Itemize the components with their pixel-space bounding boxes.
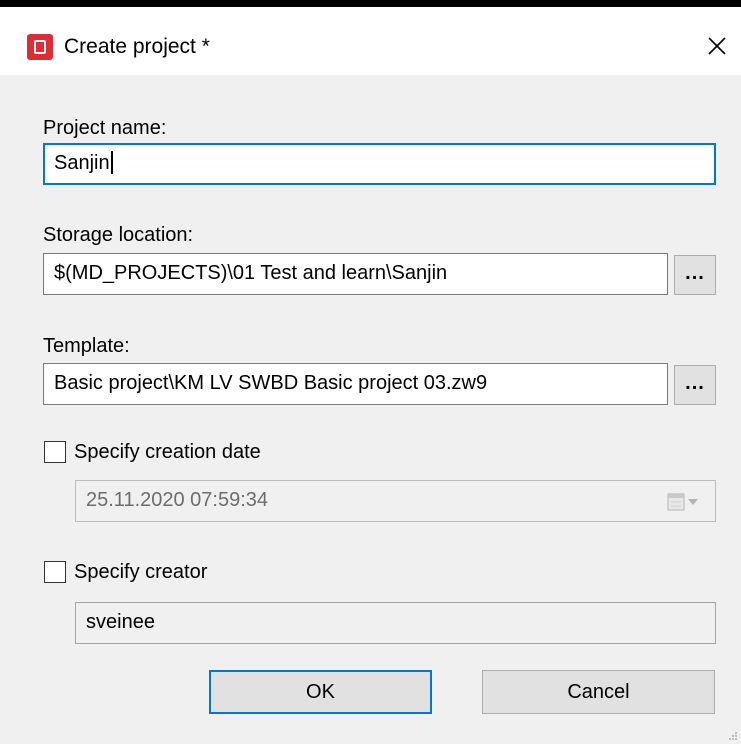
specify-creator-label[interactable]: Specify creator	[74, 560, 207, 584]
close-button[interactable]	[696, 25, 736, 65]
storage-location-browse-button[interactable]: ...	[674, 255, 716, 295]
ok-button[interactable]: OK	[209, 670, 432, 714]
template-browse-button[interactable]: ...	[674, 365, 716, 405]
project-name-value: Sanjin	[54, 152, 110, 174]
creation-date-input[interactable]: 25.11.2020 07:59:34	[75, 480, 716, 522]
storage-location-label: Storage location:	[43, 224, 194, 246]
storage-location-input[interactable]: $(MD_PROJECTS)\01 Test and learn\Sanjin	[43, 253, 668, 295]
text-caret	[110, 151, 113, 174]
project-name-input[interactable]: Sanjin	[43, 143, 716, 185]
specify-creator-checkbox[interactable]	[44, 561, 66, 583]
app-logo-icon	[27, 34, 53, 60]
window-title: Create project *	[64, 35, 210, 58]
resize-grip-icon[interactable]	[728, 731, 738, 741]
template-label: Template:	[43, 335, 130, 357]
cancel-button[interactable]: Cancel	[482, 670, 715, 714]
title-bar: Create project *	[0, 7, 741, 75]
specify-creation-date-checkbox[interactable]	[44, 441, 66, 463]
window-top-border	[0, 0, 741, 7]
template-input[interactable]: Basic project\KM LV SWBD Basic project 0…	[43, 363, 668, 405]
specify-creation-date-label[interactable]: Specify creation date	[74, 440, 261, 464]
project-name-label: Project name:	[43, 117, 167, 139]
calendar-dropdown-icon[interactable]	[666, 490, 706, 514]
close-icon	[708, 37, 726, 55]
creator-input[interactable]: sveinee	[75, 602, 716, 644]
